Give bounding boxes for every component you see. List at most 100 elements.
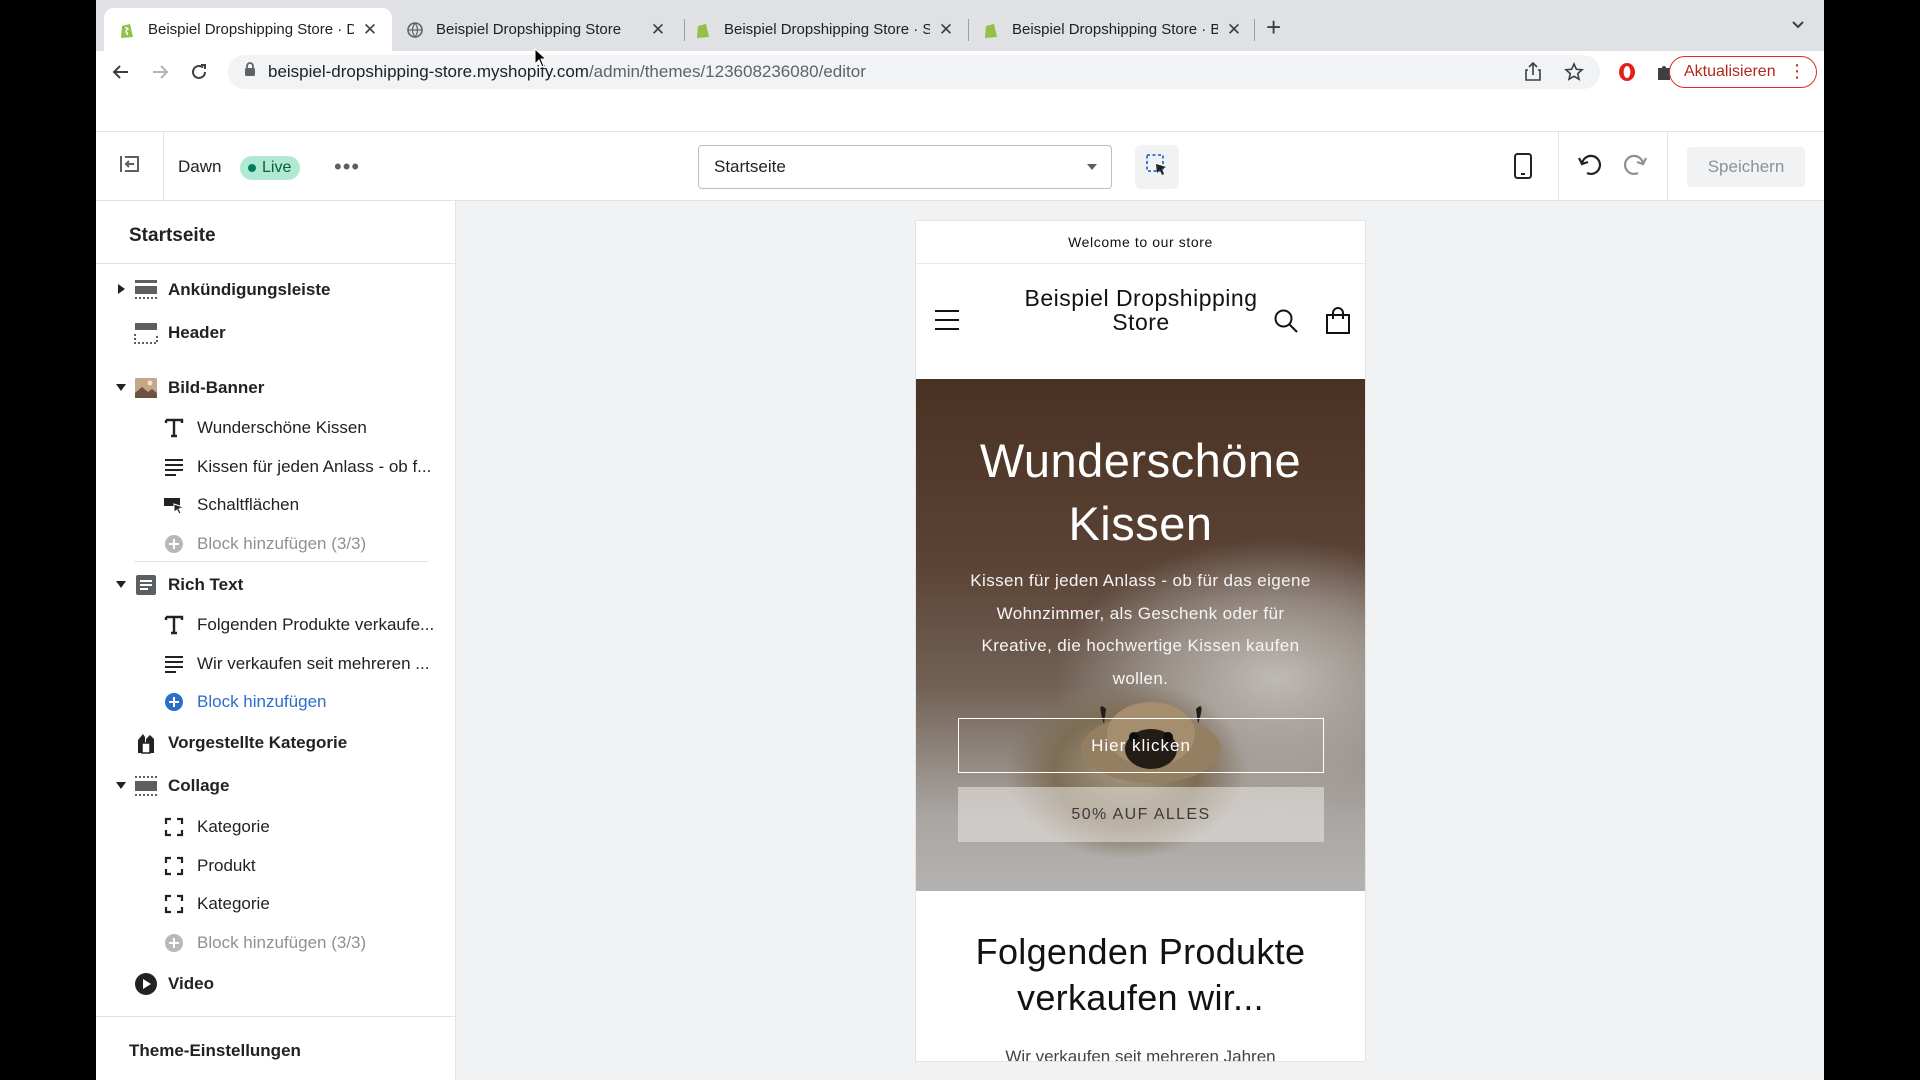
section-announcement-bar[interactable]: Ankündigungsleiste [96, 272, 455, 308]
section-label: Ankündigungsleiste [168, 280, 331, 299]
banner-secondary-button[interactable]: 50% AUF ALLES [958, 787, 1324, 842]
more-actions-button[interactable]: ••• [334, 154, 360, 180]
add-block-disabled: Block hinzufügen (3/3) [96, 526, 455, 562]
tab-title: Beispiel Dropshipping Store · B [1012, 21, 1218, 38]
tab-shopify-settings[interactable]: Beispiel Dropshipping Store · S ✕ [680, 8, 968, 51]
close-icon[interactable]: ✕ [936, 20, 956, 40]
star-icon[interactable] [1564, 62, 1584, 87]
globe-icon [406, 21, 424, 39]
frame-icon [162, 854, 186, 878]
block-label: Wir verkaufen seit mehreren ... [197, 654, 430, 673]
banner-text: Kissen für jeden Anlass - ob für das eig… [970, 571, 1311, 688]
divider [96, 263, 455, 264]
tab-storefront[interactable]: Beispiel Dropshipping Store ✕ [392, 8, 680, 51]
section-image-banner[interactable]: Bild-Banner [96, 370, 455, 406]
live-label: Live [262, 159, 292, 176]
divider [1667, 132, 1668, 200]
section-video[interactable]: Video [96, 966, 455, 1002]
block-collage-item[interactable]: Kategorie [96, 809, 455, 845]
block-label: Wunderschöne Kissen [197, 418, 367, 437]
save-button[interactable]: Speichern [1687, 147, 1805, 187]
share-icon[interactable] [1524, 61, 1542, 87]
rich-text-heading: Folgenden Produkte verkaufen wir... [975, 931, 1306, 1018]
mobile-preview-icon[interactable] [1512, 152, 1534, 185]
image-icon [134, 376, 158, 400]
sections-sidebar: Startseite Ankündigungsleiste Header Bil… [96, 201, 456, 1080]
block-collage-item[interactable]: Produkt [96, 848, 455, 884]
chevron-down-icon[interactable] [1790, 18, 1806, 36]
address-bar[interactable]: beispiel-dropshipping-store.myshopify.co… [228, 55, 1600, 89]
forward-icon[interactable] [147, 59, 173, 85]
block-collage-item[interactable]: Kategorie [96, 886, 455, 922]
section-label: Collage [168, 776, 230, 795]
block-label: Kategorie [197, 894, 270, 913]
block-heading[interactable]: Wunderschöne Kissen [96, 410, 455, 446]
tab-strip: Beispiel Dropshipping Store · D ✕ Beispi… [96, 0, 1824, 51]
divider [1558, 132, 1559, 200]
new-tab-button[interactable]: + [1266, 14, 1281, 40]
image-banner[interactable]: Wunderschöne Kissen Kissen für jeden Anl… [916, 379, 1365, 891]
block-label: Block hinzufügen [197, 692, 327, 711]
block-label: Kategorie [197, 817, 270, 836]
collapse-arrow-icon[interactable] [116, 782, 126, 789]
block-heading[interactable]: Folgenden Produkte verkaufe... [96, 607, 455, 643]
add-block-button[interactable]: Block hinzufügen [96, 684, 455, 720]
exit-icon [119, 154, 141, 179]
tab-editor[interactable]: Beispiel Dropshipping Store · D ✕ [104, 8, 392, 51]
tab-separator [1254, 19, 1255, 41]
cart-icon[interactable] [1325, 307, 1351, 340]
kebab-menu-icon[interactable]: ⋮ [1788, 62, 1806, 80]
exit-editor-button[interactable] [96, 132, 164, 200]
close-icon[interactable]: ✕ [1224, 20, 1244, 40]
editor-topbar: Dawn Live ••• Startseite Speichern [96, 131, 1824, 201]
preview-canvas: Welcome to our store Beispiel Dropshippi… [456, 201, 1824, 1080]
collapse-arrow-icon[interactable] [116, 384, 126, 391]
close-icon[interactable]: ✕ [648, 20, 668, 40]
opera-extension-icon[interactable] [1616, 61, 1638, 83]
block-label: Folgenden Produkte verkaufe... [197, 615, 435, 634]
button-icon [162, 493, 186, 517]
block-paragraph[interactable]: Wir verkaufen seit mehreren ... [96, 646, 455, 682]
undo-icon[interactable] [1577, 152, 1605, 183]
rich-text-body: Wir verkaufen seit mehreren Jahren [1005, 1047, 1276, 1062]
select-cursor-icon [1145, 153, 1169, 182]
announcement-bar[interactable]: Welcome to our store [916, 221, 1365, 264]
page-select[interactable]: Startseite [698, 145, 1112, 189]
section-header[interactable]: Header [96, 315, 455, 351]
status-badge: Live [240, 156, 301, 180]
block-buttons[interactable]: Schaltflächen [96, 487, 455, 523]
section-label: Video [168, 974, 214, 993]
expand-arrow-icon[interactable] [118, 284, 125, 294]
search-icon[interactable] [1273, 308, 1299, 339]
inspector-toggle-button[interactable] [1135, 145, 1179, 189]
frame-icon [162, 892, 186, 916]
theme-settings-link[interactable]: Theme-Einstellungen [129, 1041, 301, 1061]
browser-window: Beispiel Dropshipping Store · D ✕ Beispi… [96, 0, 1824, 1080]
banner-primary-button[interactable]: Hier klicken [958, 718, 1324, 773]
menu-icon[interactable] [934, 309, 960, 336]
back-icon[interactable] [108, 59, 134, 85]
collapse-arrow-icon[interactable] [116, 581, 126, 588]
paragraph-icon [162, 455, 186, 479]
store-header[interactable]: Beispiel Dropshipping Store [916, 264, 1365, 379]
paragraph-icon [162, 652, 186, 676]
add-circle-icon [162, 690, 186, 714]
collection-icon [134, 731, 158, 755]
tab-shopify-other[interactable]: Beispiel Dropshipping Store · B ✕ [968, 8, 1256, 51]
reload-icon[interactable] [186, 59, 212, 85]
rich-text-icon [134, 573, 158, 597]
section-collage[interactable]: Collage [96, 768, 455, 804]
block-paragraph[interactable]: Kissen für jeden Anlass - ob f... [96, 449, 455, 485]
tab-title: Beispiel Dropshipping Store [436, 21, 622, 38]
tab-title: Beispiel Dropshipping Store · S [724, 21, 930, 38]
redo-icon[interactable] [1620, 152, 1648, 183]
update-label: Aktualisieren [1684, 63, 1776, 80]
section-featured-collection[interactable]: Vorgestellte Kategorie [96, 725, 455, 761]
tab-title: Beispiel Dropshipping Store · D [148, 21, 354, 38]
block-label: Kissen für jeden Anlass - ob f... [197, 457, 432, 476]
update-browser-button[interactable]: Aktualisieren ⋮ [1669, 56, 1817, 88]
store-logo-text[interactable]: Beispiel Dropshipping Store [1016, 286, 1266, 334]
close-icon[interactable]: ✕ [360, 20, 380, 40]
section-rich-text[interactable]: Rich Text [96, 567, 455, 603]
shopify-icon [694, 21, 712, 39]
